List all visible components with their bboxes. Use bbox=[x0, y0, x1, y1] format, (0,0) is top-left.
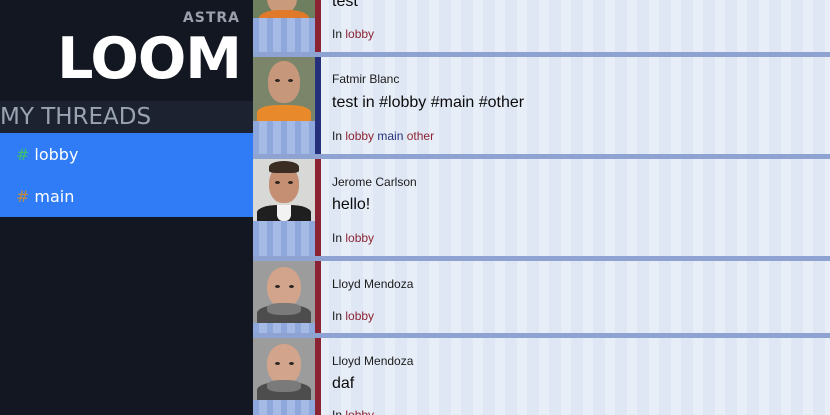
message-post: Lloyd Mendoza daf In lobby bbox=[253, 338, 830, 415]
message-threads: In lobby bbox=[332, 309, 374, 323]
brand-logo: LOOM bbox=[57, 26, 242, 92]
thread-link-other[interactable]: other bbox=[407, 129, 434, 143]
thread-color-bar bbox=[315, 57, 321, 154]
message-text: test in #lobby #main #other bbox=[332, 94, 525, 111]
threads-header: MY THREADS bbox=[0, 101, 253, 133]
sidebar-item-main[interactable]: # main bbox=[0, 175, 253, 217]
thread-link-lobby[interactable]: lobby bbox=[345, 408, 374, 415]
message-post: Lloyd Mendoza In lobby bbox=[253, 261, 830, 333]
sidebar-item-label: main bbox=[34, 186, 75, 206]
avatar[interactable] bbox=[253, 0, 315, 18]
avatar[interactable] bbox=[253, 338, 315, 400]
sidebar-item-lobby[interactable]: # lobby bbox=[0, 133, 253, 175]
thread-link-lobby[interactable]: lobby bbox=[345, 27, 374, 41]
message-post: Fatmir Blanc test in #lobby #main #other… bbox=[253, 57, 830, 154]
author-name[interactable]: Jerome Carlson bbox=[332, 175, 417, 189]
author-name[interactable]: Fatmir Blanc bbox=[332, 72, 399, 86]
thread-link-lobby[interactable]: lobby bbox=[345, 231, 374, 245]
thread-color-bar bbox=[315, 159, 321, 256]
message-feed[interactable]: test In lobby Fatmir Blanc test in #lobb… bbox=[253, 0, 830, 415]
message-post: Jerome Carlson hello! In lobby bbox=[253, 159, 830, 256]
in-label: In bbox=[332, 408, 343, 415]
brand-subtitle: ASTRA bbox=[182, 10, 240, 26]
sidebar-item-label: lobby bbox=[34, 144, 79, 164]
thread-color-bar bbox=[315, 0, 321, 52]
message-threads: In lobby bbox=[332, 408, 374, 415]
author-name[interactable]: Lloyd Mendoza bbox=[332, 277, 413, 291]
message-threads: In lobby main other bbox=[332, 129, 434, 143]
message-post: test In lobby bbox=[253, 0, 830, 52]
hash-icon: # bbox=[16, 144, 30, 164]
message-text: hello! bbox=[332, 196, 371, 213]
thread-color-bar bbox=[315, 261, 321, 333]
message-threads: In lobby bbox=[332, 231, 374, 245]
thread-link-main[interactable]: main bbox=[377, 129, 403, 143]
in-label: In bbox=[332, 129, 343, 143]
in-label: In bbox=[332, 27, 343, 41]
message-threads: In lobby bbox=[332, 27, 374, 41]
avatar[interactable] bbox=[253, 261, 315, 323]
sidebar: ASTRA LOOM MY THREADS # lobby # main bbox=[0, 0, 253, 415]
in-label: In bbox=[332, 231, 343, 245]
thread-link-lobby[interactable]: lobby bbox=[345, 129, 374, 143]
thread-link-lobby[interactable]: lobby bbox=[345, 309, 374, 323]
message-text: test bbox=[332, 0, 358, 10]
in-label: In bbox=[332, 309, 343, 323]
avatar[interactable] bbox=[253, 159, 315, 221]
avatar[interactable] bbox=[253, 57, 315, 121]
thread-list: # lobby # main bbox=[0, 133, 253, 217]
author-name[interactable]: Lloyd Mendoza bbox=[332, 354, 413, 368]
message-text: daf bbox=[332, 375, 355, 392]
thread-color-bar bbox=[315, 338, 321, 415]
hash-icon: # bbox=[16, 186, 30, 206]
